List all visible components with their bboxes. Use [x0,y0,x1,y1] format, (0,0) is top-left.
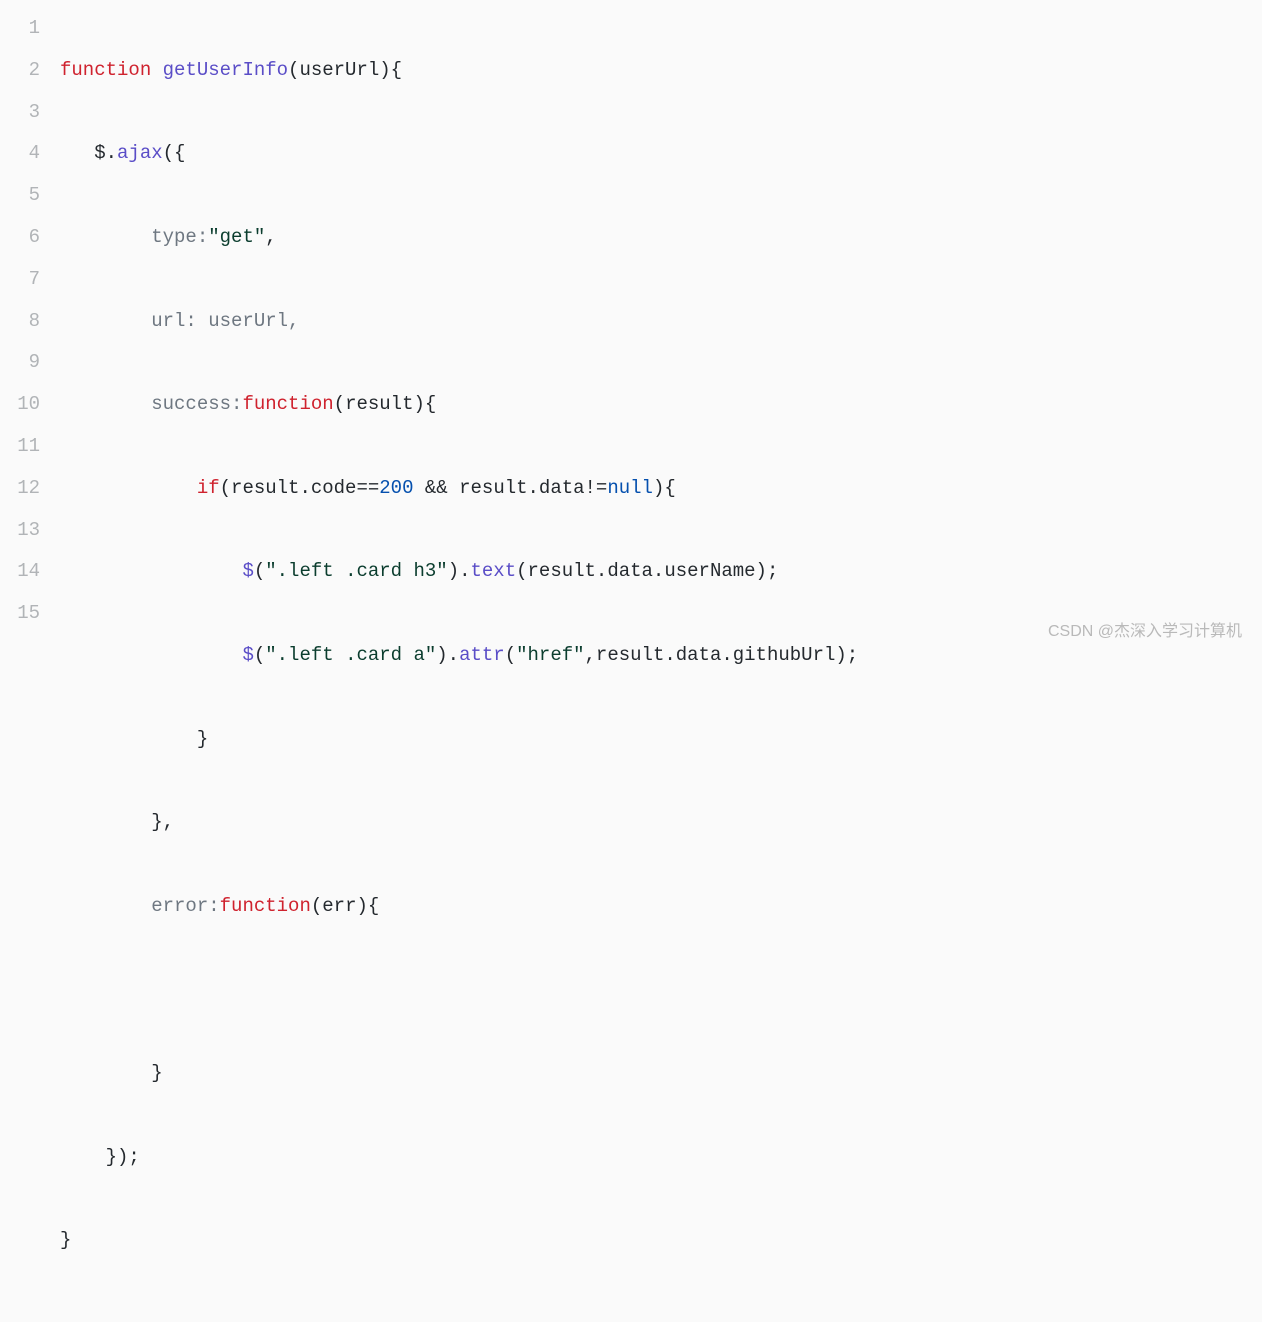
line-number: 1 [0,8,40,50]
code-line: }, [60,802,1262,844]
line-number: 7 [0,259,40,301]
line-number: 5 [0,175,40,217]
code-line: $(".left .card h3").text(result.data.use… [60,551,1262,593]
code-line: success:function(result){ [60,384,1262,426]
code-line [60,969,1262,1011]
line-number: 3 [0,92,40,134]
line-number: 4 [0,133,40,175]
code-content[interactable]: function getUserInfo(userUrl){ $.ajax({ … [60,8,1262,1322]
line-number: 10 [0,384,40,426]
code-line: error:function(err){ [60,886,1262,928]
line-number: 9 [0,342,40,384]
line-number: 2 [0,50,40,92]
code-line: type:"get", [60,217,1262,259]
code-line: } [60,1220,1262,1262]
code-line: } [60,1053,1262,1095]
line-number: 15 [0,593,40,635]
line-number-gutter: 1 2 3 4 5 6 7 8 9 10 11 12 13 14 15 [0,8,60,1322]
code-line: }); [60,1137,1262,1179]
line-number: 13 [0,510,40,552]
line-number: 12 [0,468,40,510]
line-number: 11 [0,426,40,468]
line-number: 6 [0,217,40,259]
line-number: 8 [0,301,40,343]
watermark-text: CSDN @杰深入学习计算机 [1048,614,1242,649]
code-line: if(result.code==200 && result.data!=null… [60,468,1262,510]
code-line: function getUserInfo(userUrl){ [60,50,1262,92]
code-line: } [60,719,1262,761]
code-line: $.ajax({ [60,133,1262,175]
line-number: 14 [0,551,40,593]
code-line: url: userUrl, [60,301,1262,343]
code-editor: 1 2 3 4 5 6 7 8 9 10 11 12 13 14 15 func… [0,8,1262,1322]
